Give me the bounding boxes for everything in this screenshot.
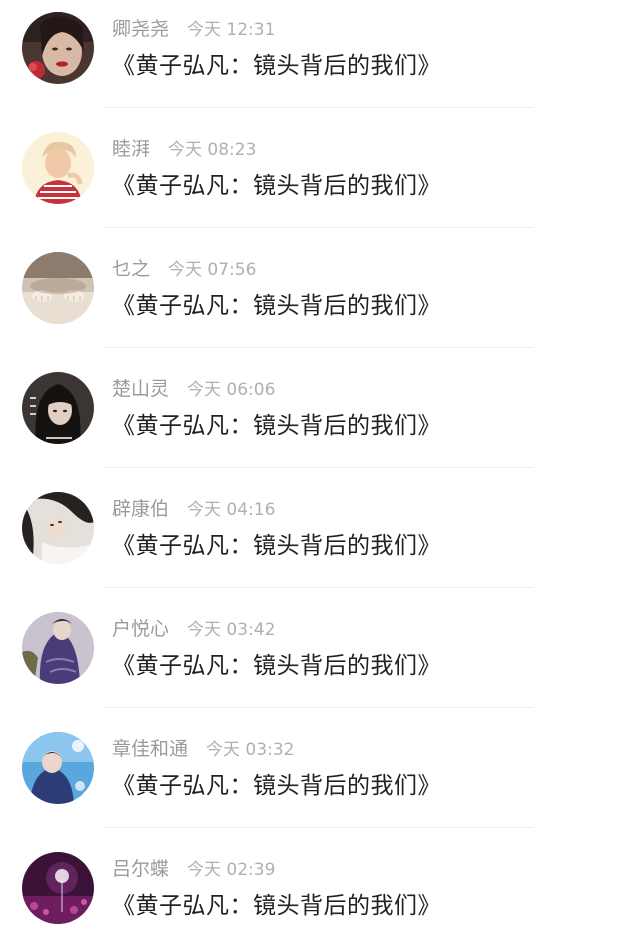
comment-time: 今天 03:32 bbox=[206, 740, 295, 760]
comment-time: 今天 04:16 bbox=[187, 500, 276, 520]
comment-meta: 辟康伯 今天 04:16 bbox=[112, 494, 275, 524]
comment-time: 今天 02:39 bbox=[187, 860, 276, 880]
comment-meta: 吕尔蝶 今天 02:39 bbox=[112, 854, 275, 884]
dark-hair-girl-text-avatar bbox=[22, 372, 94, 444]
row-divider bbox=[104, 347, 534, 348]
purple-jacket-avatar bbox=[22, 612, 94, 684]
comment-text: 《黄子弘凡：镜头背后的我们》 bbox=[112, 773, 441, 799]
comment-row[interactable]: 辟康伯 今天 04:16 《黄子弘凡：镜头背后的我们》 bbox=[0, 480, 640, 600]
blue-sky-avatar bbox=[22, 732, 94, 804]
girl-red-lips-avatar bbox=[22, 12, 94, 84]
user-avatar[interactable] bbox=[22, 492, 94, 564]
user-name[interactable]: 楚山灵 bbox=[112, 378, 169, 400]
comment-text: 《黄子弘凡：镜头背后的我们》 bbox=[112, 413, 441, 439]
comment-row[interactable]: 卿尧尧 今天 12:31 《黄子弘凡：镜头背后的我们》 bbox=[0, 0, 640, 120]
purple-dandelion-avatar bbox=[22, 852, 94, 924]
user-avatar[interactable] bbox=[22, 732, 94, 804]
user-avatar[interactable] bbox=[22, 612, 94, 684]
comment-row[interactable]: 睦湃 今天 08:23 《黄子弘凡：镜头背后的我们》 bbox=[0, 120, 640, 240]
cat-paws-avatar bbox=[22, 252, 94, 324]
user-name[interactable]: 乜之 bbox=[112, 258, 150, 280]
comment-row[interactable]: 章佳和通 今天 03:32 《黄子弘凡：镜头背后的我们》 bbox=[0, 720, 640, 840]
row-divider bbox=[104, 467, 534, 468]
comment-text: 《黄子弘凡：镜头背后的我们》 bbox=[112, 293, 441, 319]
comment-time: 今天 07:56 bbox=[168, 260, 257, 280]
user-avatar[interactable] bbox=[22, 372, 94, 444]
comment-meta: 卿尧尧 今天 12:31 bbox=[112, 14, 275, 44]
comment-meta: 睦湃 今天 08:23 bbox=[112, 134, 256, 164]
comment-meta: 楚山灵 今天 06:06 bbox=[112, 374, 275, 404]
user-name[interactable]: 睦湃 bbox=[112, 138, 150, 160]
comment-text: 《黄子弘凡：镜头背后的我们》 bbox=[112, 653, 441, 679]
user-avatar[interactable] bbox=[22, 12, 94, 84]
comment-row[interactable]: 乜之 今天 07:56 《黄子弘凡：镜头背后的我们》 bbox=[0, 240, 640, 360]
comment-meta: 乜之 今天 07:56 bbox=[112, 254, 256, 284]
comment-row[interactable]: 户悦心 今天 03:42 《黄子弘凡：镜头背后的我们》 bbox=[0, 600, 640, 720]
user-name[interactable]: 卿尧尧 bbox=[112, 18, 169, 40]
comment-text: 《黄子弘凡：镜头背后的我们》 bbox=[112, 893, 441, 919]
user-name[interactable]: 章佳和通 bbox=[112, 738, 188, 760]
lying-girl-avatar bbox=[22, 492, 94, 564]
user-name[interactable]: 辟康伯 bbox=[112, 498, 169, 520]
comment-time: 今天 08:23 bbox=[168, 140, 257, 160]
comment-row[interactable]: 吕尔蝶 今天 02:39 《黄子弘凡：镜头背后的我们》 bbox=[0, 840, 640, 936]
user-avatar[interactable] bbox=[22, 852, 94, 924]
comment-feed: 卿尧尧 今天 12:31 《黄子弘凡：镜头背后的我们》 睦湃 今天 08:23 《黄… bbox=[0, 0, 640, 936]
comment-meta: 章佳和通 今天 03:32 bbox=[112, 734, 294, 764]
comment-text: 《黄子弘凡：镜头背后的我们》 bbox=[112, 53, 441, 79]
user-avatar[interactable] bbox=[22, 252, 94, 324]
row-divider bbox=[104, 107, 534, 108]
row-divider bbox=[104, 827, 534, 828]
user-avatar[interactable] bbox=[22, 132, 94, 204]
comment-time: 今天 06:06 bbox=[187, 380, 276, 400]
boy-striped-shirt-avatar bbox=[22, 132, 94, 204]
comment-row[interactable]: 楚山灵 今天 06:06 《黄子弘凡：镜头背后的我们》 bbox=[0, 360, 640, 480]
row-divider bbox=[104, 227, 534, 228]
row-divider bbox=[104, 707, 534, 708]
comment-meta: 户悦心 今天 03:42 bbox=[112, 614, 275, 644]
row-divider bbox=[104, 587, 534, 588]
comment-time: 今天 03:42 bbox=[187, 620, 276, 640]
comment-text: 《黄子弘凡：镜头背后的我们》 bbox=[112, 533, 441, 559]
comment-text: 《黄子弘凡：镜头背后的我们》 bbox=[112, 173, 441, 199]
comment-time: 今天 12:31 bbox=[187, 20, 276, 40]
user-name[interactable]: 吕尔蝶 bbox=[112, 858, 169, 880]
user-name[interactable]: 户悦心 bbox=[112, 618, 169, 640]
